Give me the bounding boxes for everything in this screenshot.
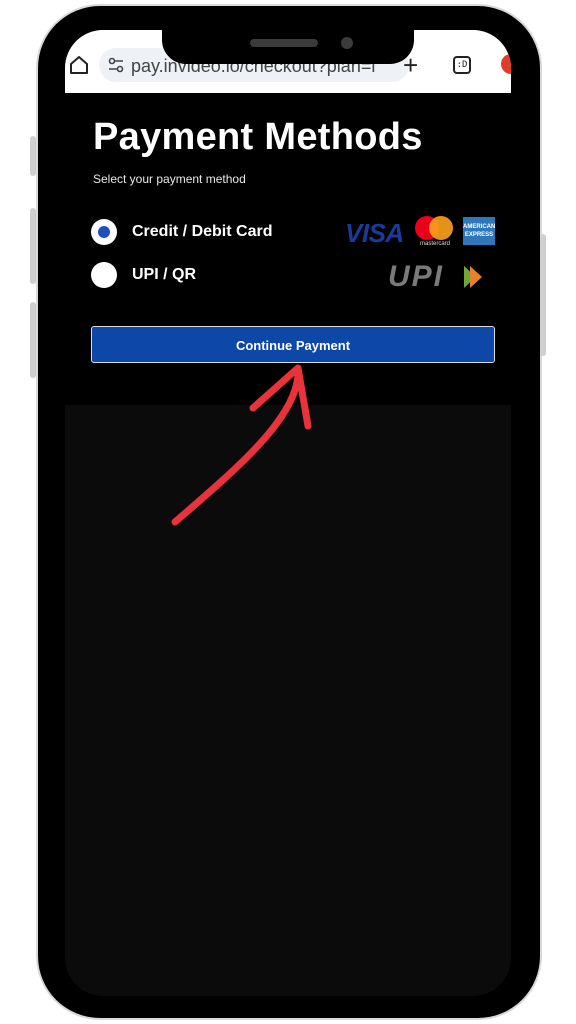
radio-card[interactable]: [91, 219, 117, 245]
speaker-grille: [250, 39, 318, 47]
page-title: Payment Methods: [93, 116, 423, 158]
side-button-silent: [30, 136, 36, 176]
option-label-card: Credit / Debit Card: [132, 223, 273, 240]
mastercard-logo: mastercard: [415, 216, 455, 250]
side-button-volume-up: [30, 208, 36, 284]
home-icon[interactable]: [69, 55, 89, 75]
upi-logo: UPI: [388, 260, 445, 293]
profile-avatar[interactable]: [501, 54, 511, 74]
phone-notch: [162, 6, 414, 64]
tab-switcher-icon[interactable]: :D: [453, 56, 471, 74]
amex-logo: AMERICAN EXPRESS: [463, 217, 495, 245]
page-subtitle: Select your payment method: [93, 172, 246, 186]
visa-logo: VISA: [345, 218, 404, 248]
option-label-upi: UPI / QR: [132, 266, 197, 283]
site-settings-icon[interactable]: [107, 56, 125, 74]
radio-upi[interactable]: [91, 262, 117, 288]
phone-screen: pay.invideo.io/checkout?plan=l + :D Paym…: [65, 30, 511, 996]
upi-arrow-icon: [464, 266, 482, 288]
side-button-volume-down: [30, 302, 36, 378]
mastercard-wordmark: mastercard: [419, 241, 450, 247]
front-camera: [341, 37, 353, 49]
mastercard-yellow-circle: [429, 216, 453, 240]
continue-payment-button[interactable]: Continue Payment: [91, 326, 495, 363]
side-button-power: [540, 234, 546, 356]
